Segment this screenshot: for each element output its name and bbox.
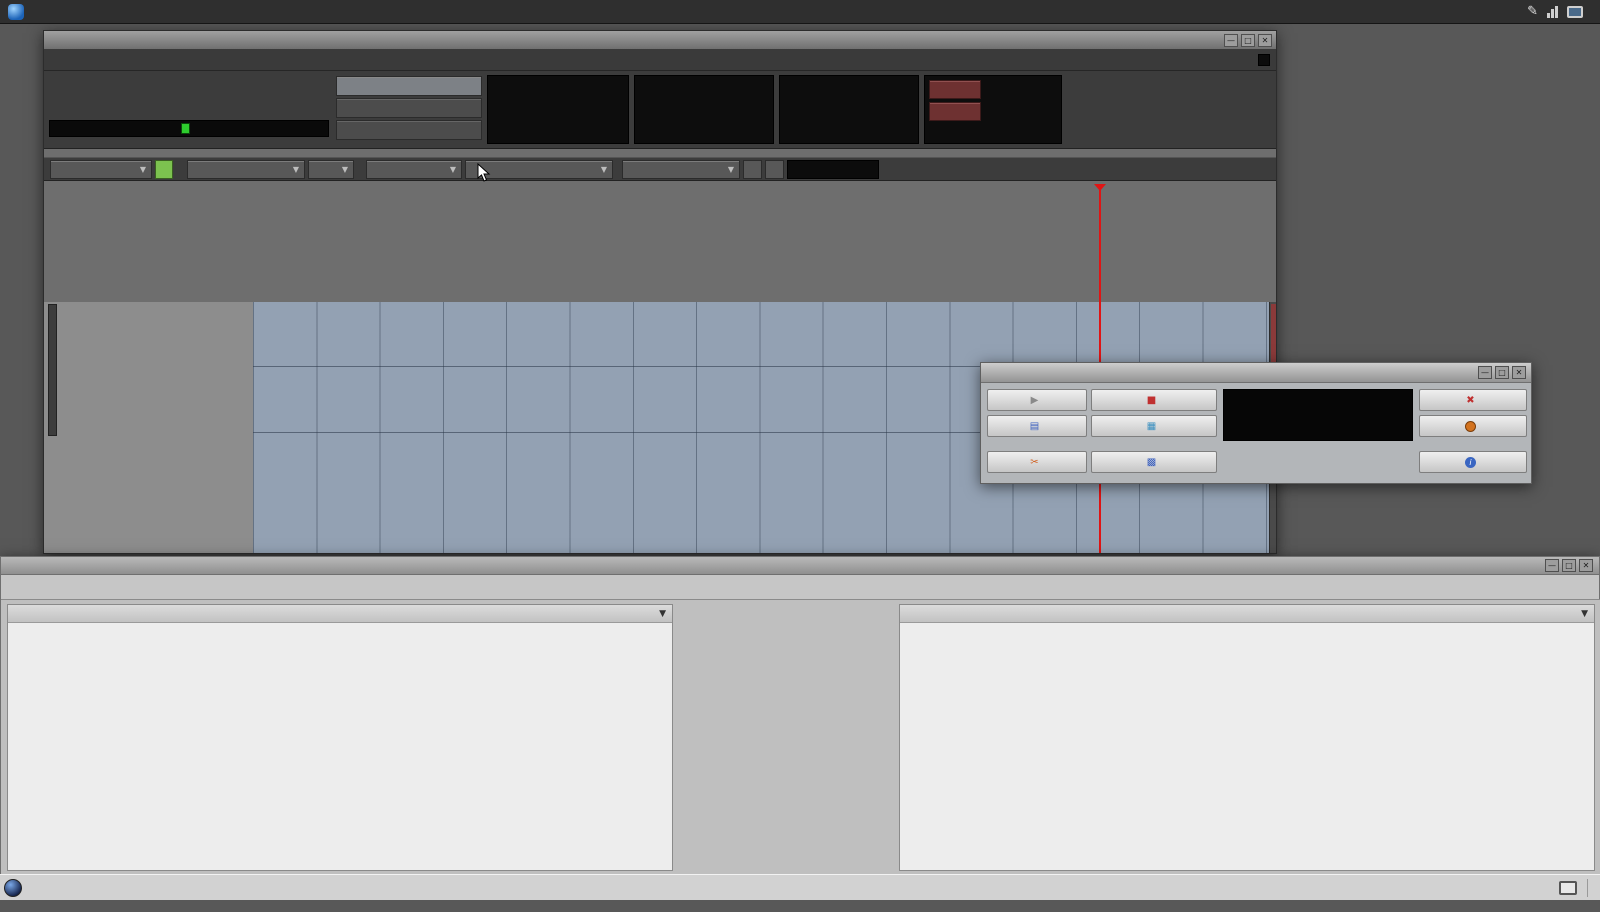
jack-stop-button[interactable]: ■: [1091, 389, 1217, 411]
patch-cable-icon: ✂: [1030, 457, 1038, 468]
mouse-mode-combo[interactable]: ▼: [622, 160, 740, 179]
close-icon[interactable]: ✕: [1579, 559, 1593, 572]
taskbar-menu-icon[interactable]: [4, 879, 22, 897]
chevron-down-icon: ▼: [601, 165, 607, 174]
nudge-back-button[interactable]: [743, 160, 762, 179]
minimize-icon[interactable]: —: [1545, 559, 1559, 572]
maximize-icon[interactable]: □: [1495, 366, 1509, 379]
connections-content: ▼ ▼: [1, 599, 1600, 875]
gear-icon: [1465, 421, 1476, 432]
taskbar-separator: [1587, 879, 1588, 897]
chevron-down-icon: ▼: [342, 165, 348, 174]
input-ports-header[interactable]: ▼: [900, 605, 1594, 623]
ardour-titlebar[interactable]: — □ ✕: [44, 31, 1276, 49]
jack-start-button[interactable]: ▶: [987, 389, 1087, 411]
applications-menu-icon[interactable]: [8, 4, 24, 20]
zoom-preset-combo[interactable]: ▼: [308, 160, 354, 179]
jack-quit-button[interactable]: ✖: [1419, 389, 1527, 411]
panel-tray: ✎: [1527, 4, 1592, 19]
chevron-down-icon: ▼: [293, 165, 299, 174]
quit-icon: ✖: [1466, 395, 1474, 406]
jack-about-button[interactable]: i: [1419, 451, 1527, 473]
pencil-tray-icon[interactable]: ✎: [1527, 4, 1538, 19]
connections-window: — □ ✕ ▼ ▼: [0, 556, 1600, 874]
nudge-forward-button[interactable]: [765, 160, 784, 179]
jack-connect-button[interactable]: ✂: [987, 451, 1087, 473]
connections-titlebar[interactable]: — □ ✕: [1, 557, 1599, 575]
qjackctl-window: — □ ✕ ▶ ■ ▤ ▦ ✂ ▩ ✖ i: [980, 362, 1532, 484]
edit-point-combo[interactable]: ▼: [187, 160, 305, 179]
shuttle-handle[interactable]: [181, 123, 190, 134]
jack-session-button[interactable]: ▦: [1091, 415, 1217, 437]
chevron-down-icon: ▼: [728, 165, 734, 174]
chevron-down-icon: ▼: [450, 165, 456, 174]
output-ports-header[interactable]: ▼: [8, 605, 672, 623]
chevron-down-icon: ▼: [140, 165, 146, 174]
info-icon: i: [1465, 457, 1476, 468]
secondary-clock[interactable]: [634, 75, 774, 144]
jack-messages-button[interactable]: ▤: [987, 415, 1087, 437]
minimize-icon[interactable]: —: [1224, 34, 1238, 47]
stop-icon: ■: [1147, 395, 1156, 406]
edit-group-column[interactable]: [48, 304, 57, 436]
monitor-graph-icon[interactable]: [1547, 6, 1558, 18]
chevron-down-icon: ▼: [1581, 609, 1588, 619]
qjackctl-body: ▶ ■ ▤ ▦ ✂ ▩ ✖ i: [981, 383, 1531, 483]
sync-source-button[interactable]: [336, 76, 482, 96]
primary-clock[interactable]: [487, 75, 629, 144]
jack-setup-button[interactable]: [1419, 415, 1527, 437]
nudge-clock[interactable]: [787, 160, 879, 179]
punch-out-button[interactable]: [929, 102, 981, 121]
taskbar-display-icon[interactable]: [1559, 881, 1577, 895]
error-log-indicator[interactable]: [1258, 54, 1270, 66]
input-ports-tree: [900, 623, 1594, 870]
punch-panel: [924, 75, 1062, 144]
session-icon: ▦: [1147, 421, 1156, 432]
desktop-panel: ✎: [0, 0, 1600, 24]
follow-edits-button[interactable]: [336, 98, 482, 118]
ardour-menubar: [44, 49, 1276, 71]
input-ports-panel: ▼: [899, 604, 1595, 871]
jack-transport-buttons: [1223, 451, 1413, 473]
taskbar: [0, 874, 1600, 900]
maximize-icon[interactable]: □: [1562, 559, 1576, 572]
mouse-cursor: [477, 163, 491, 183]
selection-clocks: [779, 75, 919, 144]
patchbay-icon: ▩: [1147, 457, 1156, 468]
auto-return-button[interactable]: [336, 120, 482, 140]
close-icon[interactable]: ✕: [1258, 34, 1272, 47]
edit-mode-combo[interactable]: ▼: [50, 160, 152, 179]
smart-mode-button[interactable]: [155, 160, 173, 179]
shuttle-control[interactable]: [49, 120, 329, 137]
close-icon[interactable]: ✕: [1512, 366, 1526, 379]
display-tray-icon[interactable]: [1567, 6, 1583, 18]
output-ports-tree: [8, 623, 672, 870]
messages-icon: ▤: [1030, 421, 1039, 432]
qjackctl-titlebar[interactable]: — □ ✕: [981, 363, 1531, 383]
chevron-down-icon: ▼: [659, 609, 666, 619]
grid-mode-combo[interactable]: ▼: [366, 160, 462, 179]
play-icon: ▶: [1031, 395, 1039, 406]
jack-status-display: [1223, 389, 1413, 441]
punch-in-button[interactable]: [929, 80, 981, 99]
editor-toolbar: ▼ ▼ ▼ ▼ ▼ ▼: [44, 157, 1276, 181]
output-ports-panel: ▼: [7, 604, 673, 871]
minimize-icon[interactable]: —: [1478, 366, 1492, 379]
transport-bar: [44, 71, 1276, 149]
jack-patchbay-button[interactable]: ▩: [1091, 451, 1217, 473]
maximize-icon[interactable]: □: [1241, 34, 1255, 47]
sync-options: [336, 76, 482, 140]
playhead-marker[interactable]: [1094, 184, 1106, 191]
